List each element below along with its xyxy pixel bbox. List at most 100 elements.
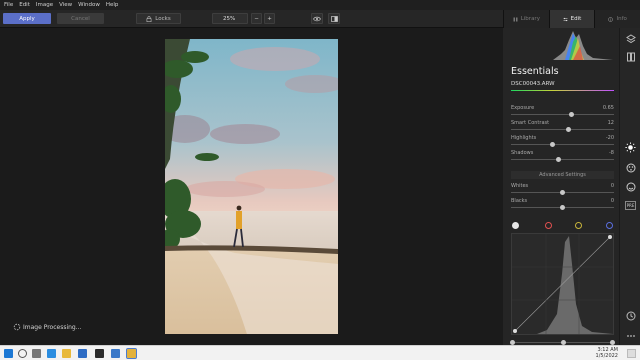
more-icon[interactable] [624, 329, 637, 342]
blacks-label: Blacks [511, 198, 528, 204]
processing-label: Image Processing... [23, 323, 82, 331]
menu-file[interactable]: File [4, 2, 13, 8]
edge-browser-icon[interactable] [47, 349, 56, 358]
locks-label: Locks [155, 15, 171, 22]
highlights-slider-handle[interactable] [549, 141, 555, 147]
tab-edit[interactable]: Edit [548, 10, 595, 28]
processing-indicator: Image Processing... [13, 323, 81, 331]
smart-contrast-slider-handle[interactable] [566, 126, 572, 132]
blacks-value[interactable]: 0 [611, 198, 614, 204]
beach-photo-image [165, 39, 338, 334]
shadows-label: Shadows [511, 150, 534, 156]
preview-toggle-button[interactable] [311, 13, 323, 24]
highlights-track[interactable] [511, 144, 614, 145]
channel-blue-button[interactable] [606, 222, 613, 229]
filename-underline [511, 90, 614, 91]
tab-info-label: Info [616, 16, 627, 22]
slider-row-shadows: Shadows -8 [511, 150, 614, 162]
menu-view[interactable]: View [59, 2, 72, 8]
presets-label: PRE [624, 201, 637, 210]
lock-icon [146, 15, 152, 22]
palette-icon[interactable] [624, 161, 637, 174]
shadows-slider-handle[interactable] [555, 156, 561, 162]
notifications-icon[interactable] [627, 349, 636, 358]
exposure-track[interactable] [511, 114, 614, 115]
smart-contrast-track[interactable] [511, 129, 614, 130]
tab-info[interactable]: Info [594, 10, 640, 28]
whites-label: Whites [511, 183, 529, 189]
compare-icon [330, 15, 338, 22]
highlights-label: Highlights [511, 135, 537, 141]
os-taskbar: 3:12 AM 1/5/2022 [0, 345, 640, 360]
layers-icon[interactable] [624, 32, 637, 45]
history-icon[interactable] [624, 309, 637, 322]
tool-sidebar: PRE [619, 28, 640, 345]
terminal-app-icon[interactable] [95, 349, 104, 358]
channel-green-button[interactable] [575, 222, 582, 229]
curve-range-slider[interactable] [510, 340, 615, 345]
clock-date: 1/5/2022 [595, 352, 618, 359]
shadows-track[interactable] [511, 159, 614, 160]
sliders-icon [563, 17, 568, 21]
zoom-select[interactable]: 25% [212, 13, 248, 24]
filename-label: DSC00043.ARW [511, 81, 555, 87]
menu-edit[interactable]: Edit [19, 2, 30, 8]
menu-image[interactable]: Image [36, 2, 53, 8]
blacks-slider-handle[interactable] [560, 204, 565, 210]
tab-library[interactable]: Library [503, 10, 549, 28]
presets-icon[interactable]: PRE [624, 199, 637, 212]
channel-luma-button[interactable] [512, 222, 519, 229]
smart-contrast-value[interactable]: 12 [608, 120, 614, 126]
file-explorer-icon[interactable] [62, 349, 71, 358]
zoom-in-button[interactable]: + [264, 13, 275, 24]
menu-window[interactable]: Window [78, 2, 100, 8]
smart-contrast-label: Smart Contrast [511, 120, 550, 126]
menu-help[interactable]: Help [106, 2, 119, 8]
histogram [513, 31, 613, 60]
library-icon [513, 17, 518, 21]
menu-bar: File Edit Image View Window Help [0, 0, 640, 10]
mail-app-icon[interactable] [78, 349, 87, 358]
compare-button[interactable] [328, 13, 340, 24]
locks-button[interactable]: Locks [136, 13, 181, 24]
system-clock[interactable]: 3:12 AM 1/5/2022 [595, 347, 618, 359]
section-title: Essentials [511, 66, 559, 77]
book-icon[interactable] [624, 50, 637, 63]
tab-edit-label: Edit [570, 16, 582, 22]
cancel-button[interactable]: Cancel [57, 13, 104, 24]
tone-curve-editor[interactable] [511, 233, 614, 335]
slider-row-whites: Whites 0 [511, 183, 614, 195]
slider-row-smart-contrast: Smart Contrast 12 [511, 120, 614, 132]
photo-editor-app-icon[interactable] [126, 348, 137, 359]
curve-channel-selector [511, 221, 614, 231]
store-app-icon[interactable] [111, 349, 120, 358]
apply-button[interactable]: Apply [3, 13, 51, 24]
task-view-icon[interactable] [32, 349, 41, 358]
mode-tabs: Library Edit Info [503, 10, 640, 28]
info-icon [608, 16, 614, 22]
curve-point-white[interactable] [608, 235, 612, 239]
exposure-value[interactable]: 0.65 [603, 105, 614, 111]
shadows-value[interactable]: -8 [609, 150, 614, 156]
highlights-value[interactable]: -20 [606, 135, 614, 141]
whites-value[interactable]: 0 [611, 183, 614, 189]
slider-row-exposure: Exposure 0.65 [511, 105, 614, 117]
whites-slider-handle[interactable] [560, 189, 565, 195]
channel-red-button[interactable] [545, 222, 552, 229]
face-icon[interactable] [624, 180, 637, 193]
slider-row-blacks: Blacks 0 [511, 198, 614, 210]
zoom-out-button[interactable]: − [251, 13, 262, 24]
search-icon[interactable] [18, 349, 27, 358]
adjustment-panel: Essentials DSC00043.ARW Exposure 0.65 Sm… [503, 28, 619, 345]
eye-icon [313, 16, 321, 21]
advanced-settings-toggle[interactable]: Advanced Settings [511, 171, 614, 179]
sun-icon[interactable] [624, 141, 637, 154]
spinner-icon [13, 323, 21, 331]
curve-point-black[interactable] [513, 329, 517, 333]
tone-curve-graph [512, 234, 613, 334]
photo-preview[interactable] [165, 39, 338, 334]
exposure-slider-handle[interactable] [569, 111, 575, 117]
start-icon[interactable] [4, 349, 13, 358]
tab-library-label: Library [520, 16, 540, 22]
slider-row-highlights: Highlights -20 [511, 135, 614, 147]
